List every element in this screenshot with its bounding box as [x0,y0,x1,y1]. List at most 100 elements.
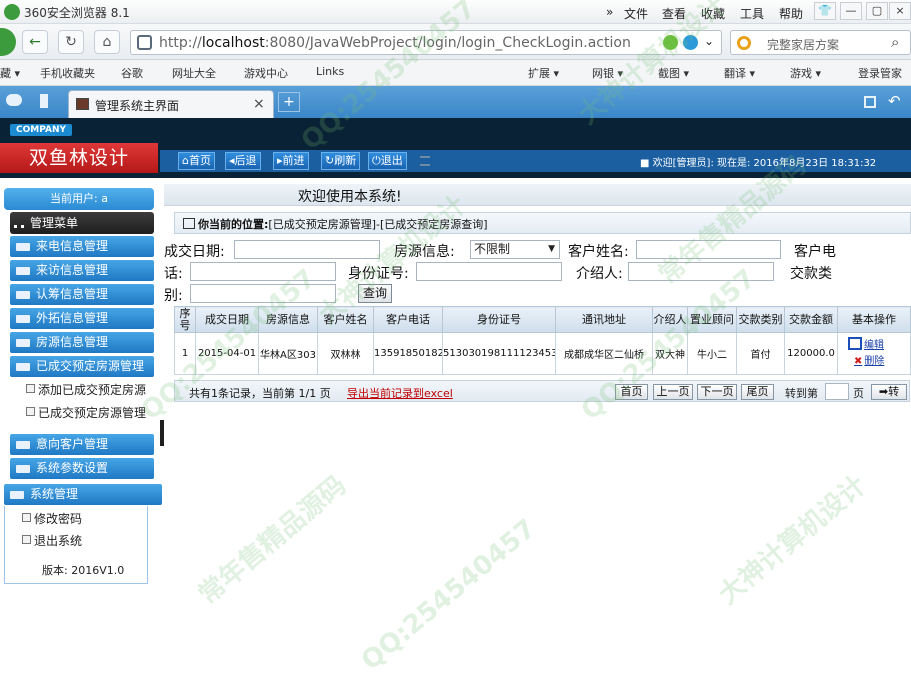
export-excel-link[interactable]: 导出当前记录到excel [347,385,453,401]
query-button[interactable]: 查询 [358,284,392,303]
bookmark-links[interactable]: Links [316,65,344,78]
close-tab-icon[interactable]: × [253,96,265,112]
system-management-header[interactable]: 系统管理 [4,484,162,505]
browser-navbar: ← ↻ ⌂ http://localhost:8080/JavaWebProje… [0,24,911,60]
nav-logout-button[interactable]: ⏻退出 [368,152,407,170]
goto-label: 转到第 [785,387,818,400]
nav-back-button[interactable]: ◂后退 [225,152,261,170]
menu-favorites[interactable]: 收藏 [701,5,725,22]
folder-icon [16,267,30,275]
minimize-button[interactable]: — [840,2,862,20]
house-select[interactable]: 不限制 ▼ [470,240,560,259]
next-page-button[interactable]: 下一页 [697,384,737,400]
sidebar-item-sold-houses[interactable]: 已成交预定房源管理 [10,356,154,377]
customer-name-input[interactable] [636,240,781,259]
folder-icon [10,491,24,499]
cell: 双大神 [652,332,688,375]
menu-view[interactable]: 查看 [662,5,686,22]
menu-help[interactable]: 帮助 [779,5,803,22]
search-box[interactable]: 完整家居方案 ⌕ [730,30,911,55]
welcome-bar: 欢迎使用本系统! [164,184,911,206]
back-arrow-icon[interactable]: ← [22,30,48,54]
bookmark-google[interactable]: 谷歌 [121,65,143,81]
sidebar-toggle-icon[interactable] [40,94,48,108]
ext-translate[interactable]: 翻译 ▾ [724,65,755,81]
address-bar[interactable]: http://localhost:8080/JavaWebProject/log… [130,30,722,55]
refresh-icon[interactable]: ↻ [58,30,84,54]
sub-item-manage-sold[interactable]: 已成交预定房源管理 [26,404,146,421]
maximize-button[interactable]: ▢ [866,2,888,20]
ie-engine-icon[interactable] [683,35,698,50]
current-user: 当前用户: a [4,188,154,210]
search-input[interactable]: 完整家居方案 [767,36,839,53]
home-icon[interactable]: ⌂ [94,30,120,54]
id-number-input[interactable] [416,262,562,281]
main-content: 欢迎使用本系统! 你当前的位置:[已成交预定房源管理]-[已成交预定房源查询] … [164,178,911,640]
bookmark-mobile[interactable]: 手机收藏夹 [40,65,95,81]
sidebar-item-intent-customers[interactable]: 意向客户管理 [10,434,154,455]
go-button[interactable]: ➡转 [871,384,907,400]
undo-close-icon[interactable]: ↶ [888,92,901,110]
skin-icon[interactable]: 👕 [814,2,836,20]
col-header: 介绍人 [652,306,688,333]
nav-home-button[interactable]: ⌂首页 [178,152,215,170]
bookmark-hao[interactable]: 网址大全 [172,65,216,81]
page-icon [26,407,35,416]
cell: 华林A区303 [258,332,318,375]
col-header: 客户姓名 [317,306,374,333]
cell: 13591850182 [373,332,443,375]
delete-link[interactable]: ✖ 删除 [848,354,910,370]
payment-type-input[interactable] [190,284,336,303]
cell: 2015-04-01 [195,332,259,375]
sidebar-item-houses[interactable]: 房源信息管理 [10,332,154,353]
welcome-status: ■ 欢迎[管理员]: 现在是: 2016年8月23日 18:31:32 [640,158,877,169]
page-favicon-icon [76,98,89,110]
col-header: 房源信息 [258,306,318,333]
cloud-icon[interactable] [6,94,22,106]
menu-header: 管理菜单 [10,212,154,234]
sidebar-item-outreach[interactable]: 外拓信息管理 [10,308,154,329]
nav-forward-button[interactable]: ▸前进 [273,152,309,170]
customer-phone-input[interactable] [190,262,336,281]
introducer-input[interactable] [628,262,774,281]
sub-item-logout[interactable]: 退出系统 [22,532,82,549]
ext-bank[interactable]: 网银 ▾ [592,65,623,81]
nav-refresh-button[interactable]: ↻刷新 [321,152,361,170]
sidebar-item-subscription[interactable]: 认筹信息管理 [10,284,154,305]
chevron-down-icon[interactable]: ⌄ [704,34,714,48]
menu-icon [14,218,24,228]
close-window-button[interactable]: × [889,2,911,20]
prev-page-button[interactable]: 上一页 [653,384,693,400]
compat-mode-icon[interactable] [663,35,678,50]
new-tab-button[interactable]: + [278,92,300,112]
search-engine-icon[interactable] [737,36,751,50]
bookmark-games[interactable]: 游戏中心 [244,65,288,81]
col-header: 交款金额 [784,306,838,333]
tab-main[interactable]: 管理系统主界面 × [68,90,274,118]
menu-more[interactable]: » [606,5,613,19]
ext-games[interactable]: 游戏 ▾ [790,65,821,81]
search-icon[interactable]: ⌕ [891,33,899,51]
sidebar-item-system-params[interactable]: 系统参数设置 [10,458,154,479]
id-number-label: 身份证号: [348,266,409,282]
ext-extensions[interactable]: 扩展 ▾ [528,65,559,81]
sidebar-item-visit-info[interactable]: 来访信息管理 [10,260,154,281]
ext-login-manager[interactable]: 登录管家 [858,65,902,81]
edit-link[interactable]: 编辑 [848,337,910,354]
menu-tools[interactable]: 工具 [740,5,764,22]
col-header: 客户电话 [373,306,443,333]
folder-icon [16,441,30,449]
ext-screenshot[interactable]: 截图 ▾ [658,65,689,81]
sidebar-item-call-info[interactable]: 来电信息管理 [10,236,154,257]
deal-date-input[interactable] [234,240,380,259]
sub-item-change-password[interactable]: 修改密码 [22,510,82,527]
first-page-button[interactable]: 首页 [615,384,648,400]
folder-icon [16,363,30,371]
col-header: 通讯地址 [555,306,653,333]
sub-item-add-sold[interactable]: 添加已成交预定房源 [26,381,146,398]
bookmark-favorites[interactable]: 藏 ▾ [0,65,20,81]
window-list-icon[interactable] [864,96,876,108]
goto-page-input[interactable] [825,383,849,400]
menu-file[interactable]: 文件 [624,5,648,22]
last-page-button[interactable]: 尾页 [741,384,774,400]
